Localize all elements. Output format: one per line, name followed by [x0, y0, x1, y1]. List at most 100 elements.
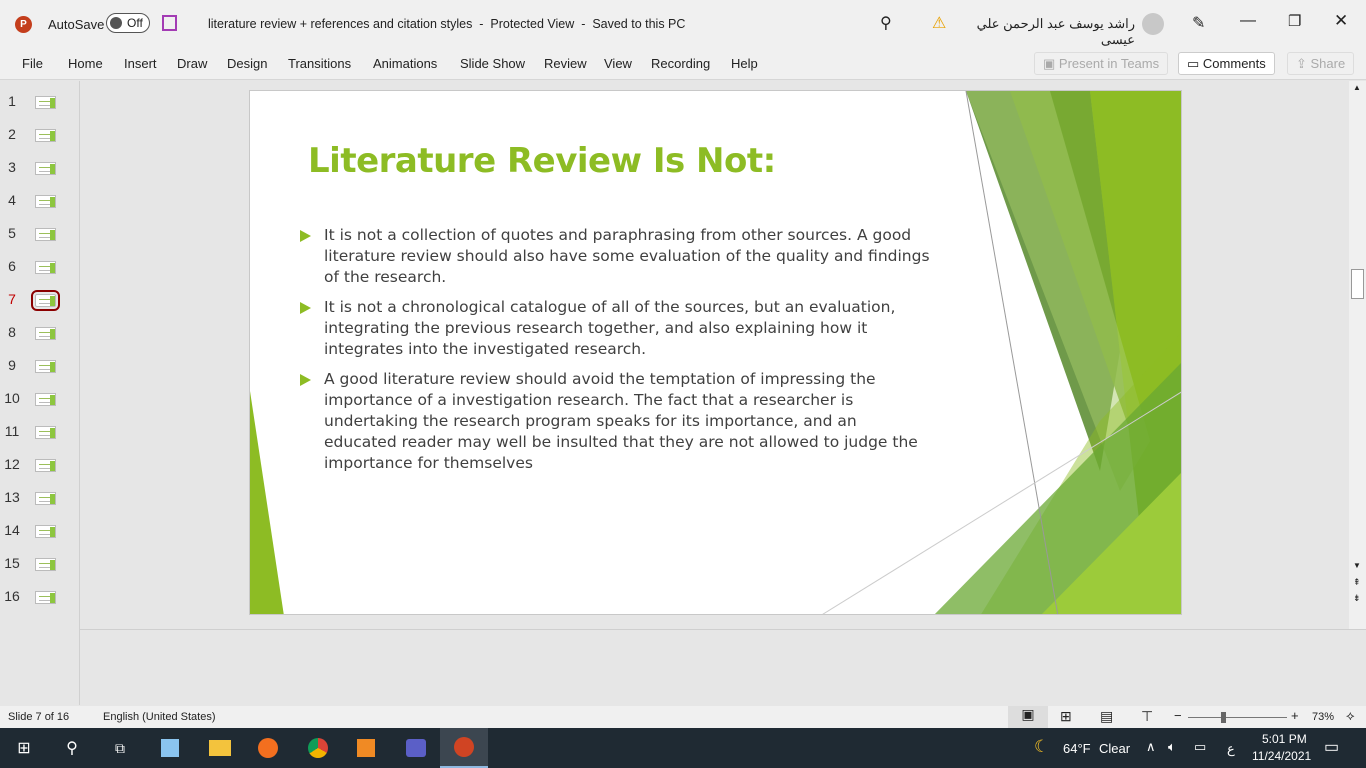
slide-thumbnail[interactable] — [35, 492, 56, 505]
pen-icon[interactable]: ✎ — [1192, 13, 1205, 33]
thumbnail-number: 11 — [0, 423, 24, 439]
slide-thumbnail[interactable] — [35, 162, 56, 175]
thumbnail-number: 1 — [0, 93, 24, 109]
tab-file[interactable]: File — [22, 56, 43, 71]
media-player-icon[interactable] — [342, 728, 390, 768]
slide-sorter-icon[interactable]: ⊞ — [1060, 708, 1072, 725]
search-icon[interactable]: ⚲ — [48, 728, 96, 768]
slideshow-icon[interactable]: ⊤ — [1141, 708, 1153, 725]
tab-design[interactable]: Design — [227, 56, 267, 71]
slide-thumbnail[interactable] — [35, 129, 56, 142]
tab-transitions[interactable]: Transitions — [288, 56, 351, 71]
slide-thumbnail[interactable] — [35, 459, 56, 472]
thumbnail-number: 14 — [0, 522, 24, 538]
tab-help[interactable]: Help — [731, 56, 758, 71]
slide-thumbnail[interactable] — [35, 558, 56, 571]
thumbnail-number: 4 — [0, 192, 24, 208]
clock-time[interactable]: 5:01 PM — [1262, 732, 1307, 746]
autosave-label: AutoSave — [48, 17, 104, 32]
slide-thumbnail[interactable] — [35, 294, 56, 307]
ribbon-tabs: File Home Insert Draw Design Transitions… — [0, 48, 1366, 80]
thumbnail-number: 5 — [0, 225, 24, 241]
vertical-scrollbar[interactable]: ▲ ▼ ⇞ ⇟ — [1349, 81, 1366, 629]
network-icon[interactable]: ▭ — [1194, 739, 1206, 755]
slide-thumbnail[interactable] — [35, 426, 56, 439]
slide-thumbnail[interactable] — [35, 261, 56, 274]
slide-thumbnail[interactable] — [35, 195, 56, 208]
zoom-out-button[interactable]: − — [1174, 708, 1182, 723]
start-button[interactable]: ⊞ — [0, 728, 48, 768]
powerpoint-taskbar-icon[interactable] — [440, 728, 488, 768]
save-icon[interactable] — [162, 15, 177, 31]
slide-thumbnail[interactable] — [35, 360, 56, 373]
show-hidden-icons-chevron-icon[interactable]: ∧ — [1146, 739, 1156, 755]
tab-recording[interactable]: Recording — [651, 56, 710, 71]
thumbnail-number: 9 — [0, 357, 24, 373]
autosave-toggle[interactable]: Off — [106, 13, 150, 33]
thumbnail-number: 6 — [0, 258, 24, 274]
reading-view-icon[interactable]: ▤ — [1100, 708, 1113, 725]
slide-thumbnail[interactable] — [35, 327, 56, 340]
notes-area[interactable] — [80, 629, 1366, 705]
zoom-slider-thumb[interactable] — [1221, 712, 1226, 723]
slide-thumbnail[interactable] — [35, 228, 56, 241]
thumbnail-number: 15 — [0, 555, 24, 571]
thumbnail-number: 2 — [0, 126, 24, 142]
firefox-icon[interactable] — [244, 728, 292, 768]
zoom-slider[interactable] — [1188, 717, 1287, 718]
bullet-item: It is not a collection of quotes and par… — [300, 225, 930, 288]
slide-title: Literature Review Is Not: — [308, 141, 776, 181]
chrome-icon[interactable] — [294, 728, 342, 768]
bullet-item: A good literature review should avoid th… — [300, 369, 930, 474]
thumbnail-number: 7 — [0, 291, 24, 307]
zoom-in-button[interactable]: + — [1291, 708, 1299, 723]
tab-insert[interactable]: Insert — [124, 56, 157, 71]
arrow-bullet-icon — [300, 230, 311, 242]
thumbnail-number: 12 — [0, 456, 24, 472]
slide-canvas[interactable]: Literature Review Is Not: It is not a co… — [249, 90, 1182, 615]
taskbar: ⊞ ⚲ ⧉ ☾ 64°F Clear ∧ 🔈︎ ▭ ع 5:01 PM 11/2… — [0, 728, 1366, 768]
share-button[interactable]: ⇪ Share — [1287, 52, 1354, 75]
next-slide-button[interactable]: ⇟ — [1353, 593, 1361, 604]
volume-icon[interactable]: 🔈︎ — [1168, 739, 1176, 755]
slide-thumbnail[interactable] — [35, 525, 56, 538]
app-cube-icon[interactable] — [146, 728, 194, 768]
scroll-thumb[interactable] — [1351, 269, 1364, 299]
minimize-button[interactable]: — — [1240, 12, 1256, 30]
slide-counter: Slide 7 of 16 — [8, 711, 69, 723]
close-button[interactable]: ✕ — [1334, 11, 1348, 31]
previous-slide-button[interactable]: ⇞ — [1353, 577, 1361, 588]
teams-icon[interactable] — [392, 728, 440, 768]
slide-thumbnail[interactable] — [35, 96, 56, 109]
search-icon[interactable]: ⚲ — [880, 13, 892, 33]
slide-thumbnail[interactable] — [35, 393, 56, 406]
restore-button[interactable]: ❐ — [1288, 12, 1301, 30]
input-language-indicator[interactable]: ع — [1227, 741, 1235, 757]
avatar[interactable] — [1142, 13, 1164, 35]
slide-thumbnail[interactable] — [35, 591, 56, 604]
comments-button[interactable]: ▭ Comments — [1178, 52, 1275, 75]
notifications-icon[interactable]: ▭ — [1324, 737, 1339, 757]
tab-slide-show[interactable]: Slide Show — [460, 56, 525, 71]
weather-condition[interactable]: Clear — [1099, 741, 1130, 756]
tab-view[interactable]: View — [604, 56, 632, 71]
tab-review[interactable]: Review — [544, 56, 587, 71]
weather-temp[interactable]: 64°F — [1063, 741, 1091, 756]
zoom-level[interactable]: 73% — [1312, 711, 1334, 723]
tab-home[interactable]: Home — [68, 56, 103, 71]
task-view-icon[interactable]: ⧉ — [96, 728, 144, 768]
normal-view-icon[interactable]: ▣ — [1008, 706, 1048, 728]
title-bar: P AutoSave Off literature review + refer… — [0, 0, 1366, 48]
present-in-teams-button[interactable]: ▣ Present in Teams — [1034, 52, 1168, 75]
moon-weather-icon: ☾ — [1034, 737, 1049, 757]
thumbnail-number: 3 — [0, 159, 24, 175]
thumbnail-number: 16 — [0, 588, 24, 604]
tab-draw[interactable]: Draw — [177, 56, 207, 71]
fit-to-window-icon[interactable]: ⟡ — [1346, 708, 1355, 724]
file-explorer-icon[interactable] — [196, 728, 244, 768]
arrow-bullet-icon — [300, 302, 311, 314]
language-indicator[interactable]: English (United States) — [103, 711, 216, 723]
clock-date[interactable]: 11/24/2021 — [1252, 749, 1311, 763]
tab-animations[interactable]: Animations — [373, 56, 437, 71]
comment-icon: ▭ — [1187, 56, 1199, 71]
